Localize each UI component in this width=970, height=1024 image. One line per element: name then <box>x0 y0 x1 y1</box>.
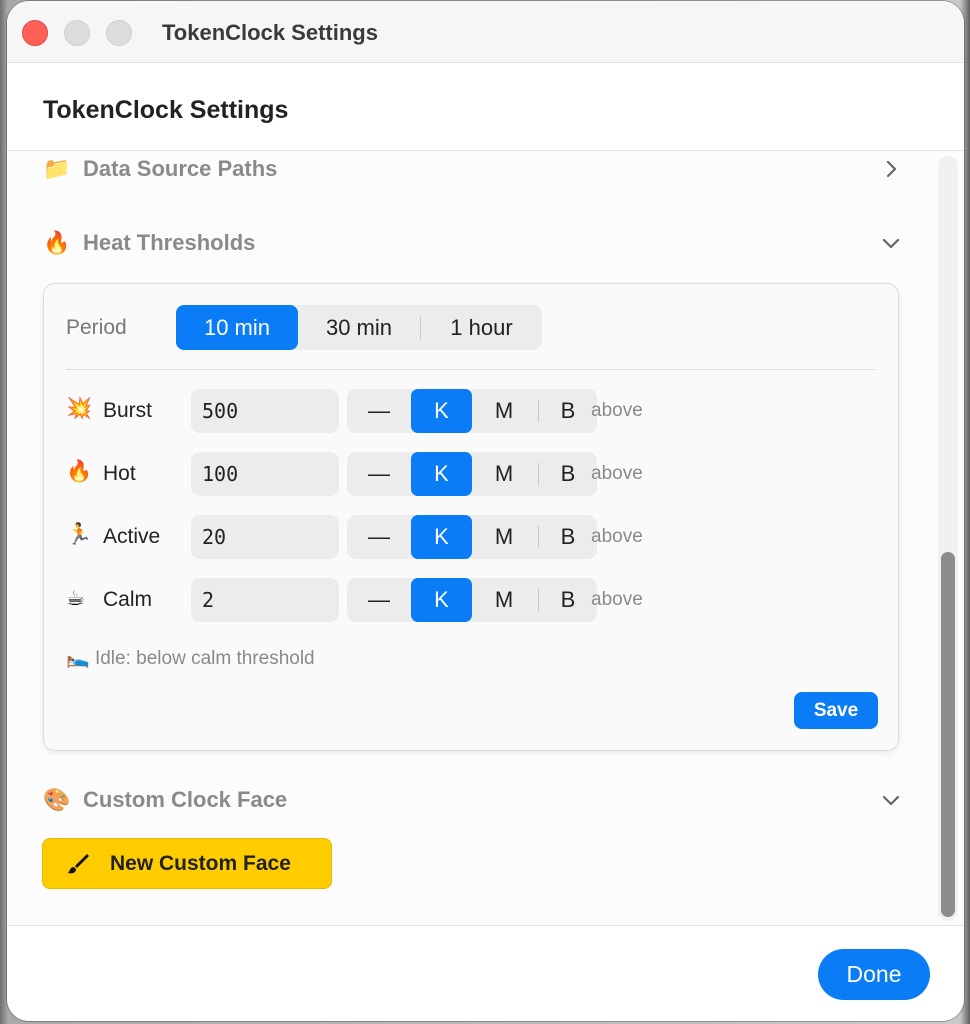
chevron-down-icon[interactable] <box>879 788 903 812</box>
unit-k-option[interactable]: K <box>411 578 472 622</box>
hot-value-input[interactable] <box>191 452 339 496</box>
new-custom-face-label: New Custom Face <box>110 851 291 875</box>
settings-window: TokenClock Settings TokenClock Settings … <box>7 1 964 1021</box>
unit-none-option[interactable]: — <box>347 389 411 433</box>
fire-icon: 🔥 <box>43 230 71 255</box>
fire-icon: 🔥 <box>66 460 93 483</box>
burst-value-input[interactable] <box>191 389 339 433</box>
section-custom-clock-face[interactable]: 🎨 Custom Clock Face <box>43 780 903 820</box>
unit-none-option[interactable]: — <box>347 452 411 496</box>
burst-icon: 💥 <box>66 397 93 420</box>
unit-m-option[interactable]: M <box>472 389 536 433</box>
threshold-row-active: 🏃 Active — K M B above <box>66 515 876 559</box>
unit-m-option[interactable]: M <box>472 578 536 622</box>
section-heat-label: Heat Thresholds <box>83 230 256 255</box>
idle-note: 🛌 Idle: below calm threshold <box>66 646 315 670</box>
scrollbar[interactable] <box>938 156 958 921</box>
active-unit-selector: — K M B <box>347 515 597 559</box>
calm-unit-selector: — K M B <box>347 578 597 622</box>
panel-divider <box>66 369 876 370</box>
hot-unit-selector: — K M B <box>347 452 597 496</box>
above-label: above <box>591 589 643 610</box>
idle-text: Idle: below calm threshold <box>94 648 315 669</box>
above-label: above <box>591 463 643 484</box>
done-button[interactable]: Done <box>818 949 930 1000</box>
threshold-row-calm: ☕ Calm — K M B above <box>66 578 876 622</box>
bed-icon: 🛌 <box>66 648 90 669</box>
threshold-name: Calm <box>103 588 153 611</box>
calm-value-input[interactable] <box>191 578 339 622</box>
unit-m-option[interactable]: M <box>472 452 536 496</box>
chevron-down-icon[interactable] <box>879 231 903 255</box>
unit-none-option[interactable]: — <box>347 578 411 622</box>
period-option-10min[interactable]: 10 min <box>176 305 298 350</box>
runner-icon: 🏃 <box>66 523 93 546</box>
section-heat-thresholds[interactable]: 🔥 Heat Thresholds <box>43 223 903 263</box>
threshold-name: Active <box>103 525 161 548</box>
palette-icon: 🎨 <box>43 787 71 812</box>
minimize-window-button[interactable] <box>64 20 90 46</box>
active-value-input[interactable] <box>191 515 339 559</box>
zoom-window-button[interactable] <box>106 20 132 46</box>
unit-k-option[interactable]: K <box>411 452 472 496</box>
folder-icon: 📁 <box>43 156 71 181</box>
unit-k-option[interactable]: K <box>411 389 472 433</box>
title-bar: TokenClock Settings <box>7 1 964 63</box>
period-option-1hour[interactable]: 1 hour <box>421 305 542 350</box>
close-window-button[interactable] <box>22 20 48 46</box>
page-title: TokenClock Settings <box>43 96 289 124</box>
above-label: above <box>591 526 643 547</box>
unit-m-option[interactable]: M <box>472 515 536 559</box>
heat-thresholds-panel: Period 10 min 30 min 1 hour 💥 Burst — K … <box>43 283 899 751</box>
section-data-source[interactable]: 📁 Data Source Paths <box>43 151 903 189</box>
section-clock-face-label: Custom Clock Face <box>83 787 288 812</box>
footer: Done <box>7 925 964 1021</box>
threshold-name: Burst <box>103 399 153 422</box>
paintbrush-icon <box>65 851 91 877</box>
scrollbar-thumb[interactable] <box>941 552 955 917</box>
coffee-icon: ☕ <box>66 587 85 610</box>
threshold-row-hot: 🔥 Hot — K M B above <box>66 452 876 496</box>
period-segmented-control: 10 min 30 min 1 hour <box>176 305 542 350</box>
above-label: above <box>591 400 643 421</box>
unit-b-option[interactable]: B <box>539 578 597 622</box>
burst-unit-selector: — K M B <box>347 389 597 433</box>
section-data-source-label: Data Source Paths <box>83 156 278 181</box>
period-label: Period <box>66 316 127 339</box>
unit-k-option[interactable]: K <box>411 515 472 559</box>
unit-b-option[interactable]: B <box>539 389 597 433</box>
settings-content: 📁 Data Source Paths 🔥 Heat Thresholds Pe… <box>7 151 964 925</box>
unit-b-option[interactable]: B <box>539 515 597 559</box>
threshold-row-burst: 💥 Burst — K M B above <box>66 389 876 433</box>
new-custom-face-button[interactable]: New Custom Face <box>42 838 332 889</box>
window-title: TokenClock Settings <box>162 20 378 45</box>
unit-none-option[interactable]: — <box>347 515 411 559</box>
period-option-30min[interactable]: 30 min <box>298 305 420 350</box>
unit-b-option[interactable]: B <box>539 452 597 496</box>
chevron-right-icon[interactable] <box>879 157 903 181</box>
threshold-name: Hot <box>103 462 136 485</box>
save-button[interactable]: Save <box>794 692 878 729</box>
page-header: TokenClock Settings <box>7 63 964 151</box>
